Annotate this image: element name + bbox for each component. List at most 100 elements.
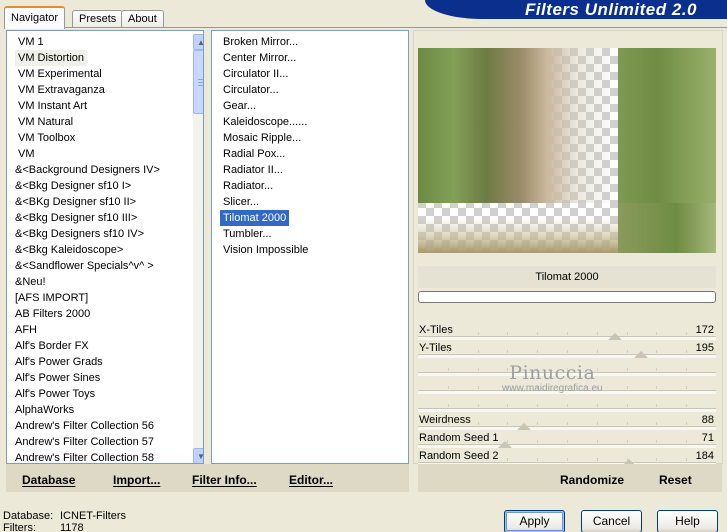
- slider-tick: [627, 440, 628, 443]
- help-button[interactable]: Help: [657, 510, 718, 532]
- list-item[interactable]: AlphaWorks: [12, 402, 77, 418]
- import-button[interactable]: Import...: [113, 473, 160, 487]
- list-item[interactable]: Center Mirror...: [220, 50, 299, 66]
- apply-button[interactable]: Apply: [504, 510, 565, 532]
- list-item[interactable]: VM Toolbox: [15, 130, 78, 146]
- list-item-selected[interactable]: VM Distortion: [15, 50, 88, 66]
- slider-tick: [597, 350, 598, 353]
- slider-label: Weirdness: [419, 414, 471, 426]
- slider-x-tiles[interactable]: X-Tiles 172: [418, 322, 716, 340]
- slider-tick: [627, 458, 628, 461]
- slider-tick: [686, 386, 687, 389]
- tab-navigator[interactable]: Navigator: [4, 6, 66, 29]
- list-item-selected[interactable]: Tilomat 2000: [220, 210, 290, 226]
- slider-tick: [537, 458, 538, 461]
- window-title: Filters Unlimited 2.0: [524, 0, 697, 19]
- slider-tick: [627, 350, 628, 353]
- list-item[interactable]: Radiator II...: [220, 162, 286, 178]
- status-filters: Filters: 1178: [3, 522, 84, 532]
- slider-tick: [627, 368, 628, 371]
- status-value: ICNET-Filters: [60, 510, 126, 522]
- filter-info-button[interactable]: Filter Info...: [192, 473, 257, 487]
- list-item[interactable]: Alf's Border FX: [12, 338, 92, 354]
- list-item[interactable]: VM 1: [15, 34, 47, 50]
- slider-weirdness[interactable]: Weirdness 88: [418, 412, 716, 430]
- slider-tick: [656, 332, 657, 335]
- list-item[interactable]: Vision Impossible: [220, 242, 311, 258]
- slider-tick: [656, 350, 657, 353]
- list-item[interactable]: Alf's Power Toys: [12, 386, 98, 402]
- list-item[interactable]: AB Filters 2000: [12, 306, 93, 322]
- list-item[interactable]: &<Bkg Designers sf10 IV>: [12, 226, 147, 242]
- filter-list[interactable]: Broken Mirror... Center Mirror... Circul…: [211, 30, 409, 464]
- preview-image[interactable]: [418, 48, 716, 253]
- list-item[interactable]: &<BKg Designer sf10 II>: [12, 194, 139, 210]
- slider-tick: [686, 350, 687, 353]
- list-item[interactable]: VM Experimental: [15, 66, 105, 82]
- list-item[interactable]: Radiator...: [220, 178, 276, 194]
- list-item[interactable]: Andrew's Filter Collection 58: [12, 450, 157, 463]
- tab-about[interactable]: About: [121, 10, 164, 28]
- category-list[interactable]: VM 1 VM Distortion VM Experimental VM Ex…: [6, 30, 204, 464]
- list-item[interactable]: &<Sandflower Specials^v^ >: [12, 258, 157, 274]
- grip-line: [198, 85, 203, 86]
- right-button-bar: Randomize Reset: [418, 464, 722, 492]
- slider-thumb[interactable]: [634, 351, 648, 358]
- slider-tick: [448, 440, 449, 443]
- slider-value: 184: [695, 450, 714, 462]
- list-item[interactable]: &<Bkg Designer sf10 I>: [12, 178, 134, 194]
- reset-button[interactable]: Reset: [659, 473, 692, 487]
- list-item[interactable]: Alf's Power Sines: [12, 370, 103, 386]
- tab-presets[interactable]: Presets: [72, 10, 124, 28]
- slider-tick: [448, 368, 449, 371]
- list-item[interactable]: VM: [15, 146, 38, 162]
- grip-line: [198, 82, 203, 83]
- list-item[interactable]: &Neu!: [12, 274, 49, 290]
- slider-thumb[interactable]: [517, 423, 531, 430]
- list-item[interactable]: VM Extravaganza: [15, 82, 108, 98]
- slider-y-tiles[interactable]: Y-Tiles 195: [418, 340, 716, 358]
- list-item[interactable]: Radial Pox...: [220, 146, 288, 162]
- slider-tick: [656, 368, 657, 371]
- category-scrollbar[interactable]: ▲ ▼: [193, 34, 203, 463]
- list-item[interactable]: &<Bkg Kaleidoscope>: [12, 242, 126, 258]
- list-item[interactable]: Circulator II...: [220, 66, 291, 82]
- cancel-button[interactable]: Cancel: [581, 510, 642, 532]
- list-item[interactable]: Circulator...: [220, 82, 282, 98]
- list-item[interactable]: [AFS IMPORT]: [12, 290, 91, 306]
- editor-button[interactable]: Editor...: [289, 473, 333, 487]
- list-item[interactable]: &<Bkg Designer sf10 III>: [12, 210, 140, 226]
- slider-tick: [448, 404, 449, 407]
- slider-label: Y-Tiles: [419, 342, 452, 354]
- slider-thumb[interactable]: [608, 333, 622, 340]
- slider-tick: [656, 386, 657, 389]
- list-item[interactable]: Kaleidoscope......: [220, 114, 310, 130]
- slider-tick: [567, 404, 568, 407]
- database-button[interactable]: Database: [22, 473, 75, 487]
- scroll-up-icon[interactable]: ▲: [193, 34, 203, 50]
- scroll-thumb[interactable]: [193, 50, 203, 114]
- slider-thumb[interactable]: [498, 441, 512, 448]
- list-item[interactable]: Broken Mirror...: [220, 34, 301, 50]
- slider-tick: [537, 440, 538, 443]
- randomize-button[interactable]: Randomize: [560, 473, 624, 487]
- slider-random-seed-1[interactable]: Random Seed 1 71: [418, 430, 716, 448]
- left-button-bar: Database Import... Filter Info... Editor…: [6, 464, 409, 492]
- scroll-down-icon[interactable]: ▼: [193, 448, 203, 463]
- watermark-url: www.maidiregrafica.eu: [502, 383, 603, 394]
- slider-tick: [448, 350, 449, 353]
- list-item[interactable]: AFH: [12, 322, 40, 338]
- list-item[interactable]: Tumbler...: [220, 226, 275, 242]
- slider-tick: [656, 440, 657, 443]
- list-item[interactable]: Slicer...: [220, 194, 262, 210]
- list-item[interactable]: Alf's Power Grads: [12, 354, 106, 370]
- list-item[interactable]: Gear...: [220, 98, 259, 114]
- list-item[interactable]: Mosaic Ripple...: [220, 130, 304, 146]
- list-item[interactable]: Andrew's Filter Collection 56: [12, 418, 157, 434]
- slider-tick: [597, 458, 598, 461]
- slider-value: 172: [695, 324, 714, 336]
- list-item[interactable]: VM Natural: [15, 114, 76, 130]
- list-item[interactable]: VM Instant Art: [15, 98, 90, 114]
- list-item[interactable]: Andrew's Filter Collection 57: [12, 434, 157, 450]
- list-item[interactable]: &<Background Designers IV>: [12, 162, 163, 178]
